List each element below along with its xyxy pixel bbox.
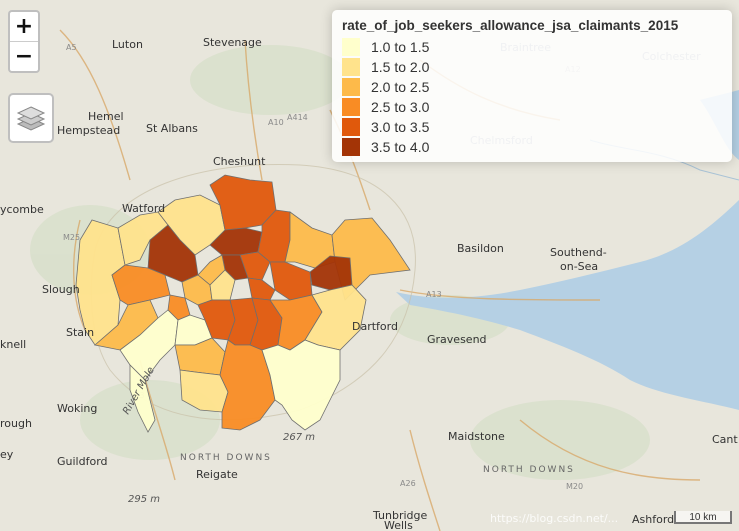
legend-label: 2.5 to 3.0 — [371, 99, 430, 115]
legend-swatch — [342, 138, 360, 156]
svg-text:A10: A10 — [268, 118, 284, 127]
svg-text:A414: A414 — [287, 113, 308, 122]
legend-item: 1.0 to 1.5 — [342, 37, 722, 57]
place-label: on-Sea — [560, 260, 598, 273]
place-label: Woking — [57, 402, 97, 415]
place-label: Wells — [384, 519, 413, 531]
legend-label: 3.0 to 3.5 — [371, 119, 430, 135]
place-label: Luton — [112, 38, 143, 51]
legend-label: 1.5 to 2.0 — [371, 59, 430, 75]
legend-swatch — [342, 118, 360, 136]
place-label: Ashford — [632, 513, 674, 526]
place-label: Dartford — [352, 320, 398, 333]
svg-text:M25: M25 — [63, 233, 80, 242]
legend-swatch — [342, 98, 360, 116]
place-label: Maidstone — [448, 430, 505, 443]
place-label: ycombe — [0, 203, 44, 216]
legend-label: 2.0 to 2.5 — [371, 79, 430, 95]
place-label: ey — [0, 448, 14, 461]
place-label: Southend- — [550, 246, 607, 259]
legend-swatch — [342, 78, 360, 96]
legend-label: 1.0 to 1.5 — [371, 39, 430, 55]
svg-text:A13: A13 — [426, 290, 442, 299]
place-label: knell — [0, 338, 26, 351]
place-label: Stevenage — [203, 36, 262, 49]
place-label: NORTH DOWNS — [483, 465, 575, 475]
place-label: Guildford — [57, 455, 108, 468]
place-label: Stain — [66, 326, 94, 339]
legend-item: 2.0 to 2.5 — [342, 77, 722, 97]
place-label: Watford — [122, 202, 165, 215]
svg-text:A5: A5 — [66, 43, 77, 52]
place-label: 295 m — [128, 494, 160, 505]
svg-text:M20: M20 — [566, 482, 583, 491]
place-label: Basildon — [457, 242, 504, 255]
place-label: St Albans — [146, 122, 198, 135]
layers-button[interactable] — [8, 93, 54, 143]
place-label: Cant — [712, 433, 738, 446]
legend-title: rate_of_job_seekers_allowance_jsa_claima… — [342, 18, 679, 33]
place-label: Hemel — [88, 110, 124, 123]
place-label: Gravesend — [427, 333, 487, 346]
legend-label: 3.5 to 4.0 — [371, 139, 430, 155]
scale-bar: 10 km — [674, 511, 732, 524]
legend-item: 2.5 to 3.0 — [342, 97, 722, 117]
legend-swatch — [342, 58, 360, 76]
legend-items: 1.0 to 1.5 1.5 to 2.0 2.0 to 2.5 2.5 to 3.0… — [342, 37, 722, 157]
svg-text:A26: A26 — [400, 479, 416, 488]
place-label: 267 m — [283, 432, 315, 443]
legend-panel: rate_of_job_seekers_allowance_jsa_claima… — [332, 10, 732, 162]
watermark-text: https://blog.csdn.net/... — [490, 512, 618, 525]
zoom-out-button[interactable]: − — [10, 41, 38, 71]
place-label: rough — [0, 417, 32, 430]
layers-icon — [16, 106, 46, 131]
place-label: Slough — [42, 283, 80, 296]
legend-swatch — [342, 38, 360, 56]
zoom-in-button[interactable]: + — [10, 12, 38, 41]
zoom-control: + − — [8, 10, 40, 73]
place-label: Hempstead — [57, 124, 120, 137]
place-label: NORTH DOWNS — [180, 453, 272, 463]
legend-item: 1.5 to 2.0 — [342, 57, 722, 77]
place-label: Reigate — [196, 468, 238, 481]
place-label: Cheshunt — [213, 155, 266, 168]
legend-item: 3.5 to 4.0 — [342, 137, 722, 157]
legend-item: 3.0 to 3.5 — [342, 117, 722, 137]
